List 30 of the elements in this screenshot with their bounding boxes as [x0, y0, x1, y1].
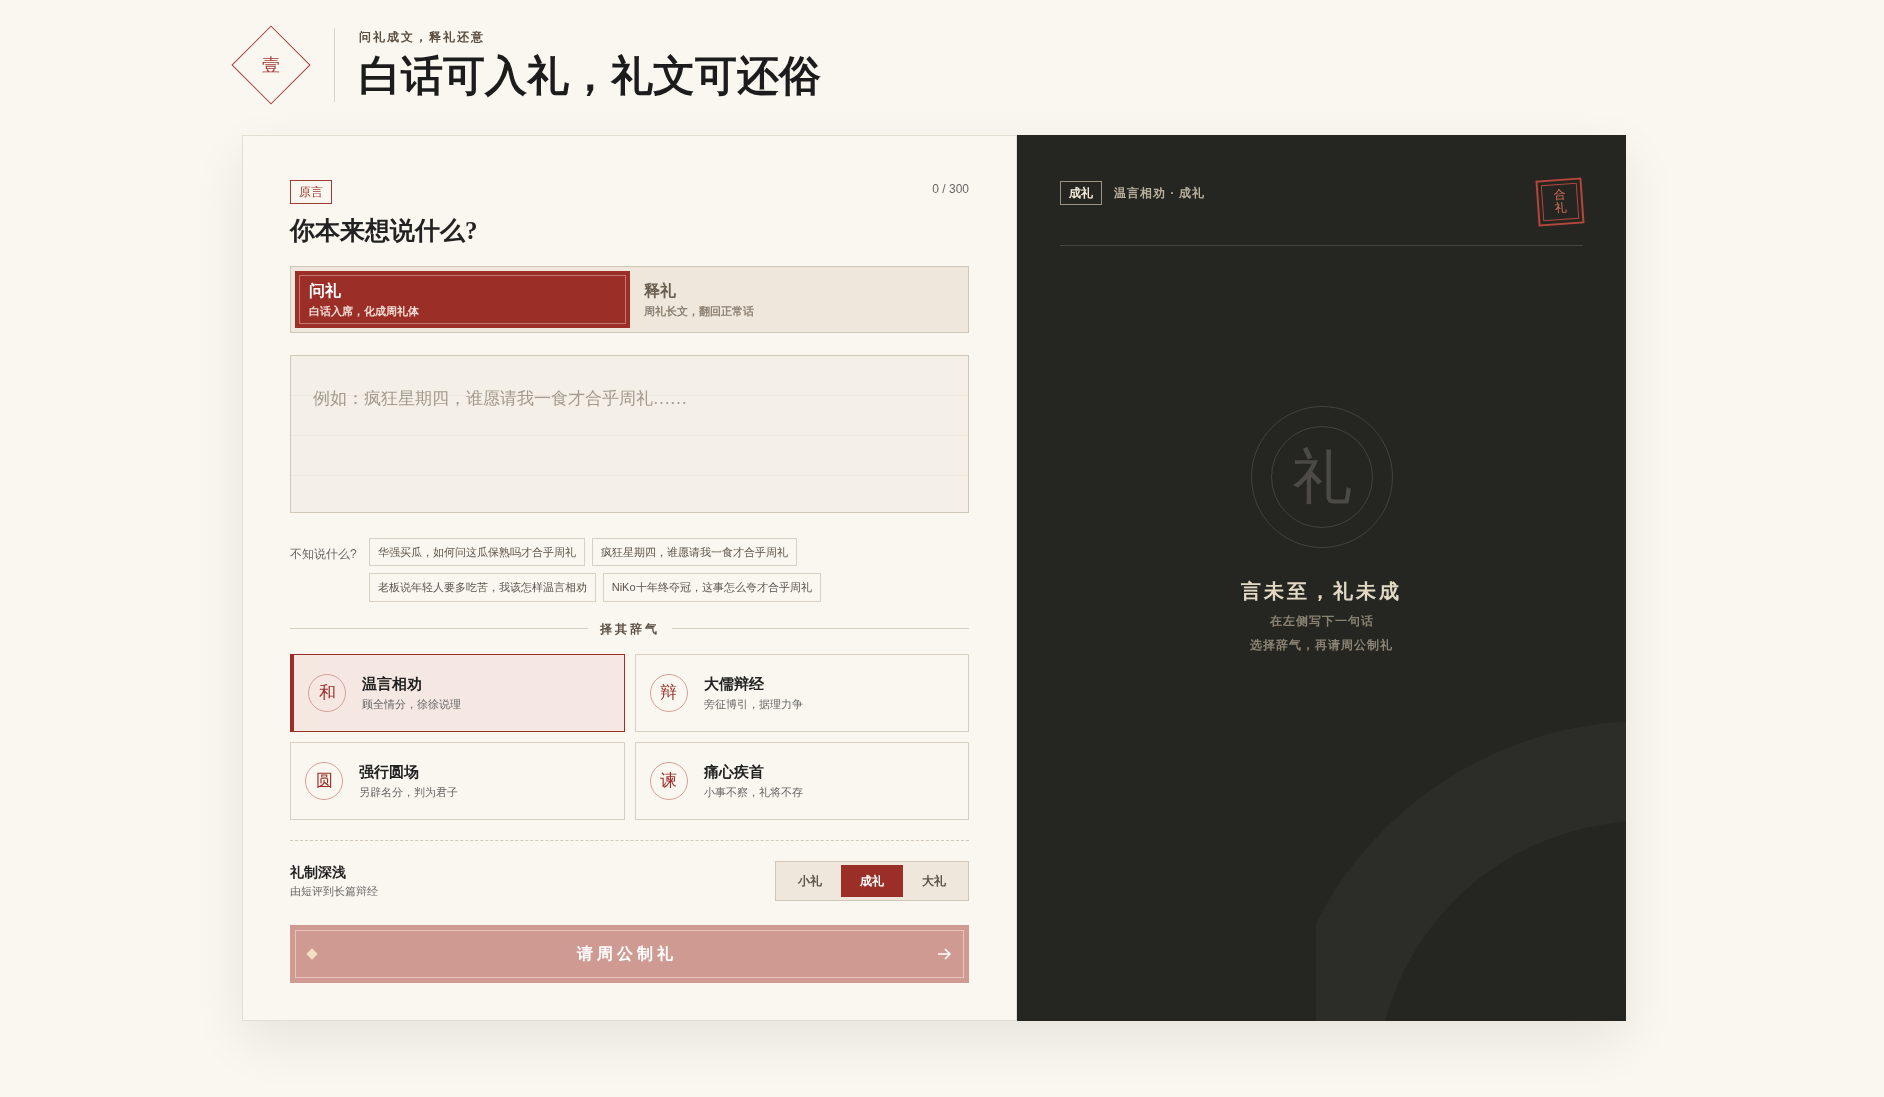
char-counter: 0 / 300 — [932, 181, 969, 198]
section-tag: 原言 — [290, 180, 332, 204]
depth-desc: 由短评到长篇辩经 — [290, 883, 378, 899]
tone-card[interactable]: 圆 强行圆场 另辟名分，判为君子 — [290, 741, 625, 820]
arrow-right-icon — [937, 947, 951, 960]
input-field[interactable]: 例如：疯狂星期四，谁愿请我一食才合乎周礼…… — [290, 354, 969, 513]
empty-hint: 在左侧写下一句话 — [1269, 613, 1374, 630]
page-title: 白话可入礼，礼文可还俗 — [359, 51, 821, 101]
empty-title: 言未至，礼未成 — [1241, 579, 1402, 604]
depth-title: 礼制深浅 — [290, 863, 347, 882]
mode-tab[interactable]: 问礼 白话入席，化成周礼体 — [295, 270, 630, 328]
suggestion-chip[interactable]: 华强买瓜，如何问这瓜保熟吗才合乎周礼 — [368, 537, 585, 566]
depth-option[interactable]: 成礼 — [841, 864, 903, 897]
depth-option[interactable]: 大礼 — [903, 864, 965, 897]
suggestion-chip[interactable]: 老板说年轻人要多吃苦，我该怎样温言相劝 — [368, 573, 596, 602]
editor-heading: 你本来想说什么? — [290, 216, 479, 246]
suggestion-chip[interactable]: NiKo十年终夺冠，这事怎么夸才合乎周礼 — [602, 573, 821, 602]
section-label: 择其辞气 — [599, 620, 660, 638]
result-tag: 成礼 — [1060, 181, 1102, 205]
mode-tab[interactable]: 释礼 周礼长文，翻回正常话 — [629, 270, 964, 328]
result-meta: 温言相劝 · 成礼 — [1114, 185, 1205, 202]
depth-option[interactable]: 小礼 — [779, 864, 841, 897]
tone-card[interactable]: 辩 大儒辩经 旁征博引，据理力争 — [634, 653, 969, 732]
suggest-label: 不知说什么? — [290, 545, 357, 563]
tone-card[interactable]: 和 温言相劝 顾全情分，徐徐说理 — [290, 653, 625, 732]
suggestion-chip[interactable]: 疯狂星期四，谁愿请我一食才合乎周礼 — [591, 537, 797, 566]
header-kicker: 问礼成文，释礼还意 — [359, 28, 486, 46]
empty-hint: 选择辞气，再请周公制礼 — [1250, 637, 1393, 654]
seal-stamp: 合礼 — [1535, 177, 1585, 227]
tone-card[interactable]: 谏 痛心疾首 小事不察，礼将不存 — [634, 741, 969, 820]
